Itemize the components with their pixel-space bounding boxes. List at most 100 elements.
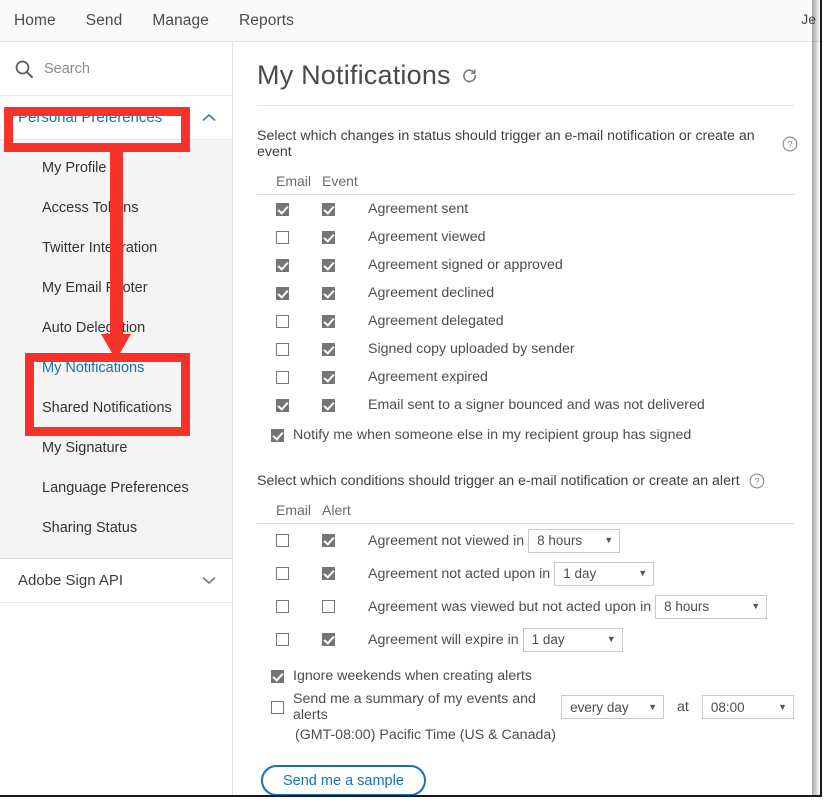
page-body: Search Personal Preferences My Profile A… bbox=[0, 42, 820, 797]
event-checkbox[interactable] bbox=[322, 399, 335, 412]
sidebar-item-access-tokens[interactable]: Access Tokens bbox=[0, 188, 232, 228]
sidebar-empty-area bbox=[0, 603, 232, 797]
ignore-weekends-label: Ignore weekends when creating alerts bbox=[293, 668, 532, 684]
sidebar-item-twitter-integration[interactable]: Twitter Integration bbox=[0, 228, 232, 268]
table-row: Agreement expired bbox=[257, 363, 798, 391]
event-checkbox[interactable] bbox=[322, 203, 335, 216]
email-checkbox[interactable] bbox=[276, 315, 289, 328]
summary-at-label: at bbox=[677, 699, 689, 715]
sidebar-section-label: Personal Preferences bbox=[18, 109, 162, 126]
chevron-down-icon: ▼ bbox=[638, 569, 647, 578]
sidebar-item-my-profile[interactable]: My Profile bbox=[0, 148, 232, 188]
alert-checkbox[interactable] bbox=[322, 567, 335, 580]
email-checkbox[interactable] bbox=[276, 534, 289, 547]
event-checkbox[interactable] bbox=[322, 371, 335, 384]
status-options-list: Agreement sent Agreement viewed Agreemen… bbox=[257, 195, 798, 419]
alert-checkbox[interactable] bbox=[322, 600, 335, 613]
option-label: Agreement sent bbox=[368, 201, 468, 217]
chevron-up-icon bbox=[202, 113, 216, 122]
sidebar-section-label: Adobe Sign API bbox=[18, 572, 123, 589]
email-checkbox[interactable] bbox=[276, 231, 289, 244]
summary-row: Send me a summary of my events and alert… bbox=[257, 691, 798, 723]
event-checkbox[interactable] bbox=[322, 231, 335, 244]
sidebar-item-language-preferences[interactable]: Language Preferences bbox=[0, 468, 232, 508]
will-expire-duration-select[interactable]: 1 day ▼ bbox=[523, 628, 623, 652]
email-checkbox[interactable] bbox=[276, 567, 289, 580]
email-checkbox[interactable] bbox=[276, 259, 289, 272]
ignore-weekends-checkbox[interactable] bbox=[271, 670, 284, 683]
send-summary-label: Send me a summary of my events and alert… bbox=[293, 691, 548, 723]
column-header-email: Email bbox=[276, 173, 322, 189]
select-value: 1 day bbox=[532, 632, 565, 647]
timezone-label: (GMT-08:00) Pacific Time (US & Canada) bbox=[257, 727, 798, 743]
option-label: Agreement delegated bbox=[368, 313, 504, 329]
email-checkbox[interactable] bbox=[276, 600, 289, 613]
event-checkbox[interactable] bbox=[322, 315, 335, 328]
table-row: Agreement sent bbox=[257, 195, 798, 223]
sidebar-item-my-email-footer[interactable]: My Email Footer bbox=[0, 268, 232, 308]
event-checkbox[interactable] bbox=[322, 343, 335, 356]
sidebar-item-auto-delegation[interactable]: Auto Delegation bbox=[0, 308, 232, 348]
table-row: Agreement was viewed but not acted upon … bbox=[257, 590, 798, 623]
sidebar-section-adobe-sign-api[interactable]: Adobe Sign API bbox=[0, 559, 232, 603]
select-value: every day bbox=[570, 700, 629, 715]
nav-item-home[interactable]: Home bbox=[14, 12, 56, 30]
notify-group-checkbox[interactable] bbox=[271, 429, 284, 442]
summary-time-select[interactable]: 08:00 ▼ bbox=[702, 695, 794, 719]
alert-checkbox[interactable] bbox=[322, 534, 335, 547]
option-label: Agreement was viewed but not acted upon … bbox=[368, 599, 651, 615]
email-checkbox[interactable] bbox=[276, 287, 289, 300]
email-checkbox[interactable] bbox=[276, 399, 289, 412]
table-row: Agreement viewed bbox=[257, 223, 798, 251]
not-acted-upon-duration-select[interactable]: 1 day ▼ bbox=[554, 562, 654, 586]
event-checkbox[interactable] bbox=[322, 287, 335, 300]
conditions-prompt-text: Select which conditions should trigger a… bbox=[257, 473, 740, 489]
option-label: Agreement expired bbox=[368, 369, 488, 385]
svg-text:?: ? bbox=[754, 476, 759, 486]
search-input[interactable]: Search bbox=[44, 61, 90, 77]
chevron-down-icon: ▼ bbox=[778, 703, 787, 712]
ignore-weekends-row: Ignore weekends when creating alerts bbox=[257, 668, 798, 684]
option-label: Email sent to a signer bounced and was n… bbox=[368, 397, 705, 413]
email-checkbox[interactable] bbox=[276, 633, 289, 646]
send-summary-checkbox[interactable] bbox=[271, 701, 284, 714]
sidebar-item-sharing-status[interactable]: Sharing Status bbox=[0, 508, 232, 548]
nav-item-manage[interactable]: Manage bbox=[152, 12, 209, 30]
sidebar-section-personal-preferences[interactable]: Personal Preferences bbox=[0, 96, 232, 140]
alert-checkbox[interactable] bbox=[322, 633, 335, 646]
email-checkbox[interactable] bbox=[276, 371, 289, 384]
viewed-not-acted-duration-select[interactable]: 8 hours ▼ bbox=[655, 595, 767, 619]
help-circle-icon[interactable]: ? bbox=[782, 136, 798, 152]
nav-item-send[interactable]: Send bbox=[86, 12, 123, 30]
table-row: Agreement declined bbox=[257, 279, 798, 307]
option-label: Agreement will expire in bbox=[368, 632, 519, 648]
chevron-down-icon: ▼ bbox=[751, 602, 760, 611]
notify-recipient-group-row: Notify me when someone else in my recipi… bbox=[257, 427, 798, 443]
summary-frequency-select[interactable]: every day ▼ bbox=[561, 695, 664, 719]
sidebar-item-shared-notifications[interactable]: Shared Notifications bbox=[0, 388, 232, 428]
sidebar-item-my-notifications[interactable]: My Notifications bbox=[0, 348, 232, 388]
table-row: Signed copy uploaded by sender bbox=[257, 335, 798, 363]
chevron-down-icon: ▼ bbox=[648, 703, 657, 712]
send-sample-button[interactable]: Send me a sample bbox=[261, 765, 426, 796]
email-checkbox[interactable] bbox=[276, 343, 289, 356]
option-label: Agreement declined bbox=[368, 285, 494, 301]
table-row: Email sent to a signer bounced and was n… bbox=[257, 391, 798, 419]
user-menu[interactable]: Je bbox=[801, 11, 816, 27]
chevron-down-icon: ▼ bbox=[607, 635, 616, 644]
not-viewed-duration-select[interactable]: 8 hours ▼ bbox=[528, 529, 620, 553]
select-value: 8 hours bbox=[664, 599, 709, 614]
select-value: 08:00 bbox=[711, 700, 745, 715]
sidebar-item-my-signature[interactable]: My Signature bbox=[0, 428, 232, 468]
search-box[interactable]: Search bbox=[0, 42, 232, 96]
select-value: 1 day bbox=[563, 566, 596, 581]
email-checkbox[interactable] bbox=[276, 203, 289, 216]
option-label: Agreement not acted upon in bbox=[368, 566, 550, 582]
status-prompt-text: Select which changes in status should tr… bbox=[257, 128, 773, 160]
help-circle-icon[interactable]: ? bbox=[749, 473, 765, 489]
option-label: Agreement viewed bbox=[368, 229, 486, 245]
nav-item-reports[interactable]: Reports bbox=[239, 12, 294, 30]
table-row: Agreement not acted upon in 1 day ▼ bbox=[257, 557, 798, 590]
event-checkbox[interactable] bbox=[322, 259, 335, 272]
refresh-icon[interactable] bbox=[461, 67, 478, 84]
